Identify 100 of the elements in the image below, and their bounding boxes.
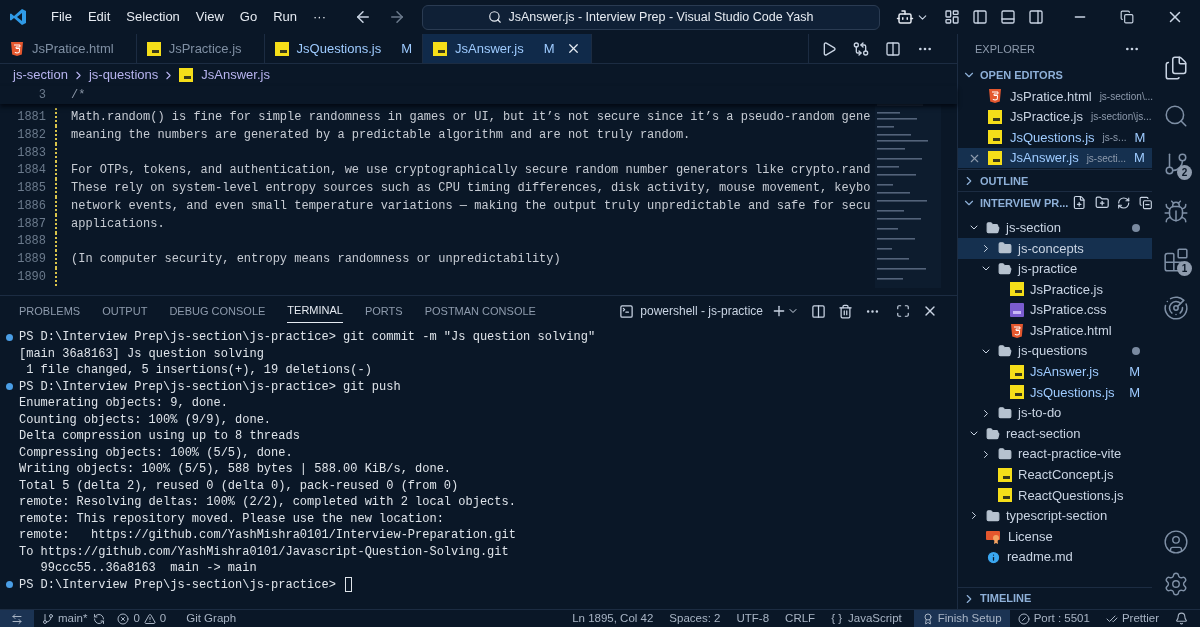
refresh-icon[interactable] bbox=[1117, 195, 1131, 210]
status-item[interactable]: Spaces: 2 bbox=[669, 609, 721, 627]
copilot-icon[interactable] bbox=[896, 8, 914, 26]
status-item[interactable]: UTF-8 bbox=[736, 609, 770, 627]
panel-tab[interactable]: PROBLEMS bbox=[19, 299, 81, 323]
warning-icon bbox=[143, 612, 156, 625]
finish-setup-button[interactable]: Finish Setup bbox=[913, 610, 1010, 627]
toggle-panel-icon[interactable] bbox=[1000, 9, 1016, 25]
folder-row[interactable]: react-section bbox=[958, 423, 1152, 444]
extensions-icon bbox=[1163, 247, 1189, 273]
app-logo bbox=[9, 8, 27, 26]
file-row[interactable]: JsAnswer.js M bbox=[958, 361, 1152, 383]
terminal-line: Counting objects: 100% (9/9), done. bbox=[19, 411, 272, 429]
settings-icon[interactable] bbox=[1163, 571, 1189, 597]
folder-row[interactable]: js-section bbox=[958, 217, 1152, 238]
file-row[interactable]: ReactQuestions.js bbox=[958, 485, 1152, 506]
open-folder-icon bbox=[998, 261, 1012, 276]
file-row[interactable]: JsPractice.js bbox=[958, 279, 1152, 300]
menu-item[interactable]: Selection bbox=[118, 7, 188, 27]
terminal-line: [main 36a8163] Js question solving bbox=[19, 345, 264, 363]
breadcrumb-item[interactable]: js-questions bbox=[88, 65, 159, 85]
folder-row[interactable]: js-questions bbox=[958, 340, 1152, 362]
problems-button[interactable]: 0 0 bbox=[117, 609, 167, 627]
menu-item[interactable]: ··· bbox=[305, 7, 334, 27]
status-item[interactable]: Git Graph bbox=[186, 609, 237, 627]
forward-icon[interactable] bbox=[388, 8, 406, 26]
menu-item[interactable]: Run bbox=[265, 7, 305, 27]
open-editor-item[interactable]: JsAnswer.js js-secti... M bbox=[958, 147, 1152, 169]
account-icon[interactable] bbox=[1163, 529, 1189, 555]
back-icon[interactable] bbox=[354, 8, 372, 26]
file-row[interactable]: ReactConcept.js bbox=[958, 464, 1152, 486]
activity-button[interactable]: 1 bbox=[1156, 236, 1196, 284]
sync-icon[interactable] bbox=[93, 612, 106, 625]
menu-item[interactable]: File bbox=[43, 7, 80, 27]
run-icon[interactable] bbox=[821, 40, 837, 57]
split-terminal-icon[interactable] bbox=[811, 303, 826, 319]
panel-tab[interactable]: DEBUG CONSOLE bbox=[169, 299, 266, 323]
folder-row[interactable]: react-practice-vite bbox=[958, 443, 1152, 465]
layout-icon[interactable] bbox=[944, 9, 960, 25]
editor-tab[interactable]: JsPratice.html bbox=[0, 34, 137, 63]
editor-tab[interactable]: JsPractice.js bbox=[136, 34, 265, 63]
toggle-secondary-sidebar-icon[interactable] bbox=[1028, 9, 1044, 25]
section-header[interactable]: OPEN EDITORS bbox=[958, 64, 1152, 86]
split-editor-icon[interactable] bbox=[885, 40, 901, 57]
trash-icon[interactable] bbox=[838, 303, 853, 319]
menu-item[interactable]: View bbox=[187, 7, 232, 27]
panel-tab[interactable]: OUTPUT bbox=[102, 299, 148, 323]
new-terminal-icon[interactable] bbox=[771, 303, 787, 319]
editor-tab[interactable]: JsAnswer.js M bbox=[423, 34, 593, 63]
section-header[interactable]: TIMELINE bbox=[958, 587, 1152, 609]
new-file-icon[interactable] bbox=[1072, 195, 1087, 211]
section-header[interactable]: OUTLINE bbox=[958, 169, 1152, 192]
port-button[interactable]: Port : 5501 bbox=[1017, 609, 1090, 627]
command-center[interactable]: JsAnswer.js - Interview Prep - Visual Studio Code Yash bbox=[422, 4, 880, 30]
html-file-icon bbox=[1010, 323, 1024, 338]
code-line: meaning the numbers are generated by a predictable algorithm and are not truly random. bbox=[71, 126, 691, 144]
branch-button[interactable]: main* bbox=[42, 609, 88, 627]
terminal-line: remote: This repository moved. Please use the new location: bbox=[19, 510, 444, 528]
notifications-icon[interactable] bbox=[1175, 612, 1188, 625]
file-name: js-questions bbox=[1018, 342, 1088, 361]
activity-button[interactable]: 2 bbox=[1156, 140, 1196, 188]
panel-tab[interactable]: TERMINAL bbox=[287, 299, 343, 323]
toggle-sidebar-icon[interactable] bbox=[972, 9, 988, 25]
menu-item[interactable]: Edit bbox=[79, 7, 119, 27]
file-name: JsQuestions.js bbox=[1030, 383, 1115, 402]
remote-button[interactable] bbox=[0, 610, 34, 627]
maximize-icon[interactable] bbox=[896, 304, 910, 318]
remote-icon bbox=[11, 612, 23, 625]
menu-item[interactable]: Go bbox=[231, 7, 266, 27]
open-editor-item[interactable]: JsPractice.js js-section\js... bbox=[958, 106, 1152, 128]
file-row[interactable]: readme.md bbox=[958, 546, 1152, 568]
js-file-icon bbox=[1010, 282, 1024, 297]
panel-tab[interactable]: PORTS bbox=[364, 299, 403, 323]
terminal-selector[interactable]: powershell - js-practice bbox=[619, 302, 763, 320]
open-folder-icon bbox=[986, 426, 1000, 441]
file-row[interactable]: JsPratice.css bbox=[958, 299, 1152, 321]
terminal-line: To https://github.com/YashMishra0101/Javascript-Question-Solving.git bbox=[19, 543, 509, 561]
file-row[interactable]: JsQuestions.js M bbox=[958, 382, 1152, 403]
folder-row[interactable]: js-to-do bbox=[958, 402, 1152, 424]
line-number: 1890 bbox=[16, 269, 46, 287]
folder-row[interactable]: js-practice bbox=[958, 258, 1152, 280]
breadcrumb-item[interactable]: JsAnswer.js bbox=[201, 65, 270, 85]
new-folder-icon[interactable] bbox=[1094, 195, 1110, 211]
restore-icon[interactable] bbox=[1120, 10, 1134, 24]
folder-row[interactable]: js-concepts bbox=[958, 237, 1152, 259]
open-editor-item[interactable]: JsPratice.html js-section\... bbox=[958, 86, 1152, 107]
status-item[interactable]: Ln 1895, Col 42 bbox=[572, 609, 654, 627]
panel-tab[interactable]: POSTMAN CONSOLE bbox=[424, 299, 536, 323]
folder-row[interactable]: typescript-section bbox=[958, 505, 1152, 527]
status-item[interactable]: CRLF bbox=[785, 609, 816, 627]
open-editor-item[interactable]: JsQuestions.js js-s... M bbox=[958, 127, 1152, 148]
compare-icon[interactable] bbox=[853, 40, 869, 57]
language-button[interactable]: { } JavaScript bbox=[831, 609, 902, 627]
file-row[interactable]: JsPratice.html bbox=[958, 320, 1152, 341]
breadcrumb-item[interactable]: js-section bbox=[13, 65, 68, 85]
prettier-button[interactable]: Prettier bbox=[1105, 609, 1159, 627]
collapse-icon[interactable] bbox=[1138, 195, 1152, 210]
command-status-icon bbox=[6, 333, 13, 341]
section-header[interactable]: INTERVIEW PR... bbox=[962, 194, 1069, 212]
file-row[interactable]: License bbox=[958, 526, 1152, 547]
